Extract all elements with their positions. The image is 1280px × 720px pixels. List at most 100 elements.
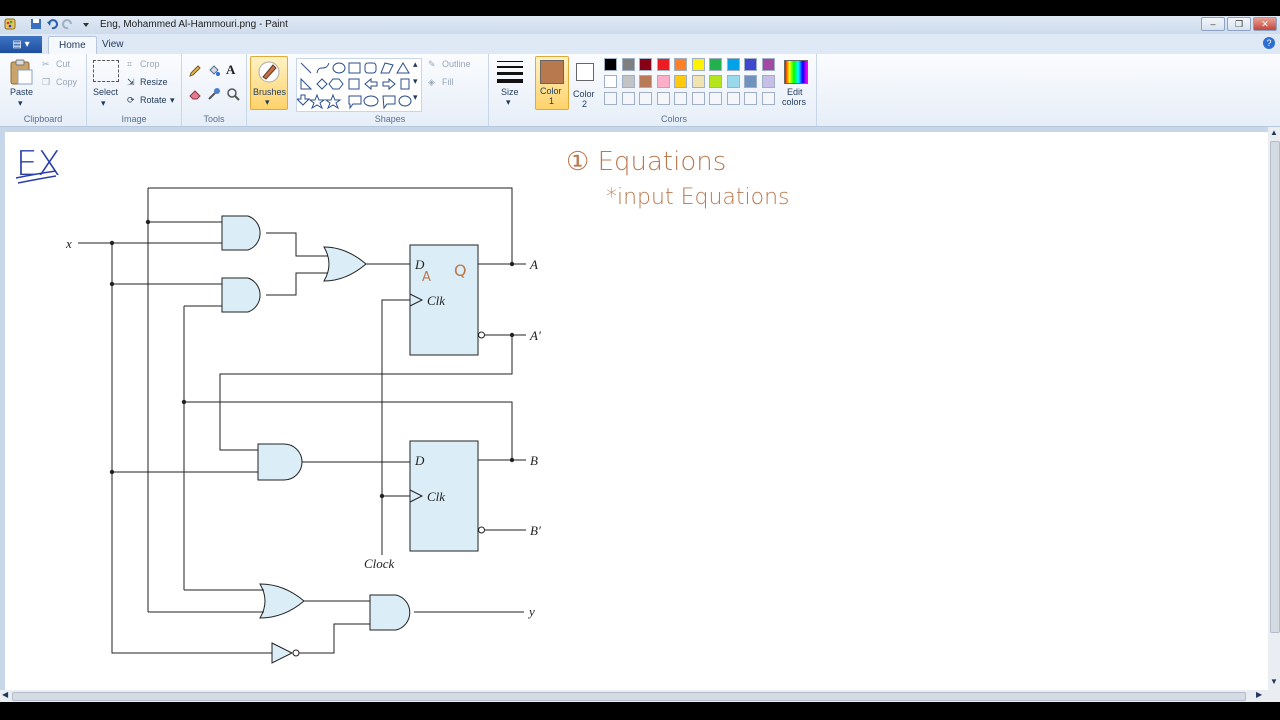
palette-swatch[interactable] [674, 92, 687, 105]
palette-swatch[interactable] [656, 58, 670, 71]
crop-button[interactable]: Crop [140, 59, 160, 69]
palette-swatch[interactable] [744, 58, 757, 71]
palette-swatch[interactable] [621, 58, 635, 71]
status-bar [0, 702, 1280, 720]
horizontal-scrollbar[interactable]: ◀ ▶ [0, 690, 1268, 702]
palette-swatch[interactable] [709, 75, 722, 88]
palette-swatch[interactable] [674, 75, 687, 88]
palette-swatch[interactable] [674, 58, 687, 71]
redo-icon[interactable] [62, 18, 74, 30]
drawing-canvas[interactable]: EX ① Equations *input Equations x A A′ B… [5, 132, 1268, 690]
outline-dropdown[interactable]: Outline [442, 59, 471, 69]
fill-dropdown[interactable]: Fill [442, 77, 454, 87]
palette-swatch[interactable] [604, 58, 617, 71]
pencil-icon[interactable] [188, 64, 202, 78]
palette-swatch[interactable] [621, 75, 635, 88]
resize-button[interactable]: Resize [140, 77, 168, 87]
palette-swatch[interactable] [604, 75, 617, 88]
palette-swatch[interactable] [761, 92, 775, 105]
palette-swatch[interactable] [621, 92, 635, 105]
crop-icon[interactable]: ⌗ [127, 59, 132, 70]
undo-icon[interactable] [46, 18, 58, 30]
outline-icon[interactable]: ✎ [428, 59, 436, 70]
palette-swatch[interactable] [656, 75, 670, 88]
cut-button[interactable]: Cut [56, 59, 70, 69]
copy-icon[interactable]: ❐ [42, 77, 50, 88]
palette-swatch[interactable] [726, 92, 740, 105]
palette-swatch[interactable] [639, 92, 652, 105]
minimize-button[interactable]: – [1201, 17, 1225, 31]
canvas-drawing: EX ① Equations *input Equations x A A′ B… [15, 144, 789, 664]
size-icon[interactable] [496, 60, 524, 84]
label-x: x [65, 236, 72, 251]
shapes-group: ▴ ▾ ▾ ✎ Outline ◈ Fill Shapes [292, 54, 489, 126]
vertical-scroll-thumb[interactable] [1270, 141, 1280, 633]
ribbon: Paste ▾ ✂ Cut ❐ Copy Clipboard Select ▾ … [0, 54, 1280, 127]
palette-swatch[interactable] [604, 92, 617, 105]
label-clock: Clock [364, 556, 395, 571]
edit-colors-button[interactable]: Edit colors [781, 57, 811, 109]
q-annotation: Q [454, 261, 467, 280]
vertical-scrollbar[interactable]: ▲ ▼ [1268, 127, 1280, 690]
palette-swatch[interactable] [726, 58, 740, 71]
maximize-button[interactable]: ❐ [1227, 17, 1251, 31]
file-menu-button[interactable]: ▤ ▾ [0, 36, 42, 53]
brushes-group: Brushes ▾ [247, 54, 291, 126]
palette-swatch[interactable] [744, 75, 757, 88]
eraser-icon[interactable] [188, 87, 202, 101]
palette-swatch[interactable] [761, 58, 775, 71]
fill-icon[interactable]: ◈ [428, 77, 435, 88]
palette-swatch[interactable] [761, 75, 775, 88]
magnifier-icon[interactable] [226, 87, 240, 101]
label-B: B [530, 453, 538, 468]
paint-app-icon[interactable] [4, 18, 16, 30]
rotate-icon[interactable]: ⟳ [127, 95, 135, 106]
size-group: Size ▾ [489, 54, 531, 126]
text-tool-icon[interactable]: A [226, 62, 235, 78]
paste-icon[interactable] [8, 58, 34, 86]
clipboard-group: Paste ▾ ✂ Cut ❐ Copy Clipboard [0, 54, 87, 126]
select-button[interactable]: Select [93, 87, 118, 97]
paste-button[interactable]: Paste [10, 87, 33, 97]
palette-swatch[interactable] [691, 75, 705, 88]
palette-swatch[interactable] [726, 75, 740, 88]
label-y: y [527, 604, 535, 619]
fill-bucket-icon[interactable] [207, 64, 221, 78]
edit-colors-line2: colors [782, 97, 807, 107]
canvas-area: EX ① Equations *input Equations x A A′ B… [0, 127, 1268, 690]
palette-swatch[interactable] [709, 92, 722, 105]
palette-swatch[interactable] [691, 92, 705, 105]
clipboard-group-label: Clipboard [23, 114, 63, 124]
copy-button[interactable]: Copy [56, 77, 77, 87]
label-A-bar: A′ [529, 328, 541, 343]
cut-icon[interactable]: ✂ [42, 59, 50, 70]
tab-view[interactable]: View [92, 36, 134, 54]
palette-swatch[interactable] [639, 75, 652, 88]
save-icon[interactable] [30, 18, 42, 30]
shapes-gallery[interactable] [296, 58, 422, 112]
ff2-d-label: D [414, 453, 425, 468]
circuit-diagram [78, 187, 526, 664]
colors-group: Colors [532, 54, 817, 126]
resize-icon[interactable]: ⇲ [127, 77, 135, 88]
brushes-button[interactable]: Brushes ▾ [250, 56, 288, 110]
shapes-group-label: Shapes [374, 114, 406, 124]
brushes-label: Brushes [253, 87, 287, 97]
palette-swatch[interactable] [744, 92, 757, 105]
close-button[interactable]: ✕ [1253, 17, 1277, 31]
palette-swatch[interactable] [709, 58, 722, 71]
horizontal-scroll-thumb[interactable] [12, 692, 1246, 701]
customize-quick-access-icon[interactable] [80, 18, 92, 30]
help-icon[interactable]: ? [1263, 37, 1275, 49]
palette-swatch[interactable] [656, 92, 670, 105]
ff1-clk-label: Clk [427, 293, 445, 308]
label-B-bar: B′ [530, 523, 541, 538]
palette-swatch[interactable] [639, 58, 652, 71]
palette-swatch[interactable] [691, 58, 705, 71]
select-icon[interactable] [93, 60, 119, 82]
image-group-label: Image [121, 114, 147, 124]
tab-home[interactable]: Home [48, 36, 97, 55]
rotate-button[interactable]: Rotate [140, 95, 167, 105]
size-button[interactable]: Size [501, 87, 519, 97]
color-picker-icon[interactable] [207, 87, 221, 101]
